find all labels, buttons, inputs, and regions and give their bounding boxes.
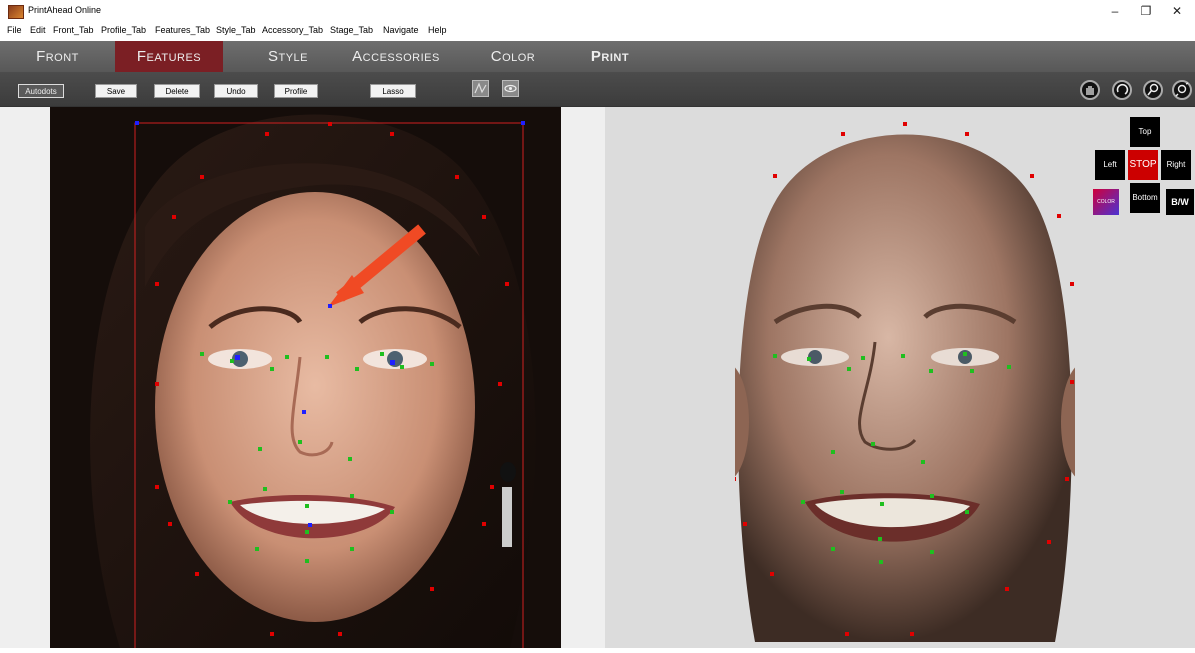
rotate-icon[interactable] — [1112, 80, 1132, 100]
menu-front-tab[interactable]: Front_Tab — [53, 25, 94, 35]
menu-file[interactable]: File — [7, 25, 22, 35]
app-icon — [8, 5, 24, 19]
curve-icon[interactable] — [472, 80, 489, 97]
menu-stage-tab[interactable]: Stage_Tab — [330, 25, 373, 35]
menu-navigate[interactable]: Navigate — [383, 25, 419, 35]
menu-bar: File Edit Front_Tab Profile_Tab Features… — [0, 22, 1195, 38]
zoom-icon[interactable] — [1143, 80, 1163, 100]
close-button[interactable]: ✕ — [1162, 2, 1192, 20]
maximize-button[interactable]: ❐ — [1131, 2, 1161, 20]
face-photo[interactable] — [50, 107, 561, 648]
tab-front[interactable]: Front — [0, 41, 115, 72]
tab-accessories[interactable]: Accessories — [340, 41, 452, 72]
tab-bar: Front Features Style Accessories Color P… — [0, 41, 1195, 72]
save-button[interactable]: Save — [95, 84, 137, 98]
autodots-button[interactable]: Autodots — [18, 84, 64, 98]
menu-edit[interactable]: Edit — [30, 25, 46, 35]
tab-style[interactable]: Style — [238, 41, 338, 72]
zoom-fit-icon[interactable] — [1172, 80, 1192, 100]
menu-features-tab[interactable]: Features_Tab — [155, 25, 210, 35]
view-right-button[interactable]: Right — [1161, 150, 1191, 180]
view-bottom-button[interactable]: Bottom — [1130, 183, 1160, 213]
toolbar: Autodots Save Delete Undo Profile Lasso — [0, 72, 1195, 107]
hand-icon[interactable] — [1080, 80, 1100, 100]
view-left-button[interactable]: Left — [1095, 150, 1125, 180]
lasso-button[interactable]: Lasso — [370, 84, 416, 98]
eye-icon[interactable] — [502, 80, 519, 97]
tab-print[interactable]: Print — [560, 41, 660, 72]
tab-features[interactable]: Features — [115, 41, 223, 72]
view-top-button[interactable]: Top — [1130, 117, 1160, 147]
color-mode-button[interactable]: COLOR — [1093, 189, 1119, 215]
tab-color[interactable]: Color — [463, 41, 563, 72]
bw-mode-button[interactable]: B/W — [1166, 189, 1194, 215]
head-3d-model[interactable] — [701, 122, 1109, 648]
minimize-button[interactable]: – — [1100, 2, 1130, 20]
title-bar: PrintAhead Online – ❐ ✕ — [0, 0, 1195, 22]
delete-button[interactable]: Delete — [154, 84, 200, 98]
app-title: PrintAhead Online — [28, 5, 102, 15]
profile-button[interactable]: Profile — [274, 84, 318, 98]
stop-button[interactable]: STOP — [1128, 150, 1158, 180]
undo-button[interactable]: Undo — [214, 84, 258, 98]
menu-style-tab[interactable]: Style_Tab — [216, 25, 256, 35]
menu-accessory-tab[interactable]: Accessory_Tab — [262, 25, 323, 35]
menu-help[interactable]: Help — [428, 25, 447, 35]
menu-profile-tab[interactable]: Profile_Tab — [101, 25, 146, 35]
